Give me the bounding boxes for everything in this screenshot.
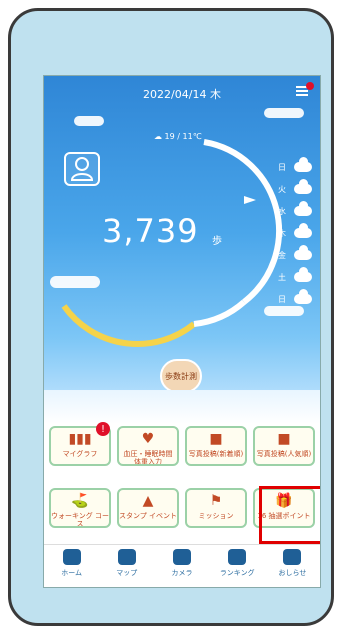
crown-icon	[228, 549, 247, 565]
cloud-icon	[294, 201, 312, 216]
forecast-row: 土	[276, 266, 316, 288]
weekly-forecast: 日 火 水 木 金 土 日	[276, 156, 316, 310]
nav-camera[interactable]: カメラ	[154, 545, 209, 587]
nav-news[interactable]: おしらせ	[265, 545, 320, 587]
nav-home[interactable]: ホーム	[44, 545, 99, 587]
photo-icon: ■	[277, 431, 291, 447]
step-unit: 歩	[212, 236, 222, 247]
route-icon: ⛳	[71, 493, 89, 509]
cloud-icon	[294, 245, 312, 260]
camera-icon	[173, 549, 191, 565]
forecast-row: 水	[276, 200, 316, 222]
step-count: 3,739	[102, 212, 199, 250]
forecast-row: 日	[276, 156, 316, 178]
sky-background: 2022/04/14 木 ☁ 19 / 11℃ 3,739 歩 日 火 水 木 …	[44, 76, 320, 424]
forecast-row: 金	[276, 244, 316, 266]
tile-photo-new[interactable]: ■ 写真投稿(新着順)	[185, 426, 247, 466]
nav-ranking[interactable]: ランキング	[210, 545, 265, 587]
stamp-icon: ▲	[142, 493, 154, 509]
mission-icon: ⚑	[209, 493, 223, 509]
cloud-icon	[294, 223, 312, 238]
chat-bubble-icon	[283, 549, 302, 565]
city-skyline	[44, 390, 320, 424]
forecast-row: 日	[276, 288, 316, 310]
heart-icon: ♥	[141, 431, 155, 447]
step-measure-button[interactable]: 歩数計測	[160, 359, 202, 393]
cloud-icon	[294, 157, 312, 172]
tile-mission[interactable]: ⚑ ミッション	[185, 488, 247, 528]
device-frame: 2022/04/14 木 ☁ 19 / 11℃ 3,739 歩 日 火 水 木 …	[8, 8, 334, 626]
tile-photo-popular[interactable]: ■ 写真投稿(人気順)	[253, 426, 315, 466]
nav-map[interactable]: マップ	[99, 545, 154, 587]
home-icon	[62, 549, 81, 565]
tile-health-input[interactable]: ♥ 血圧・睡眠時間 体重入力	[117, 426, 179, 466]
bottom-nav: ホーム マップ カメラ ランキング おしらせ	[44, 544, 320, 587]
map-pin-icon	[117, 549, 136, 565]
forecast-row: 木	[276, 222, 316, 244]
alert-badge: !	[96, 422, 110, 436]
cloud-icon	[294, 179, 312, 194]
cloud-icon	[294, 267, 312, 282]
forecast-row: 火	[276, 178, 316, 200]
tile-stamp-event[interactable]: ▲ スタンプ イベント	[117, 488, 179, 528]
highlight-frame	[259, 486, 320, 544]
photo-icon: ■	[209, 431, 223, 447]
tile-walking-course[interactable]: ⛳ ウォーキング コース	[49, 488, 111, 528]
app-screen: 2022/04/14 木 ☁ 19 / 11℃ 3,739 歩 日 火 水 木 …	[43, 75, 321, 588]
cloud-icon	[294, 289, 312, 304]
